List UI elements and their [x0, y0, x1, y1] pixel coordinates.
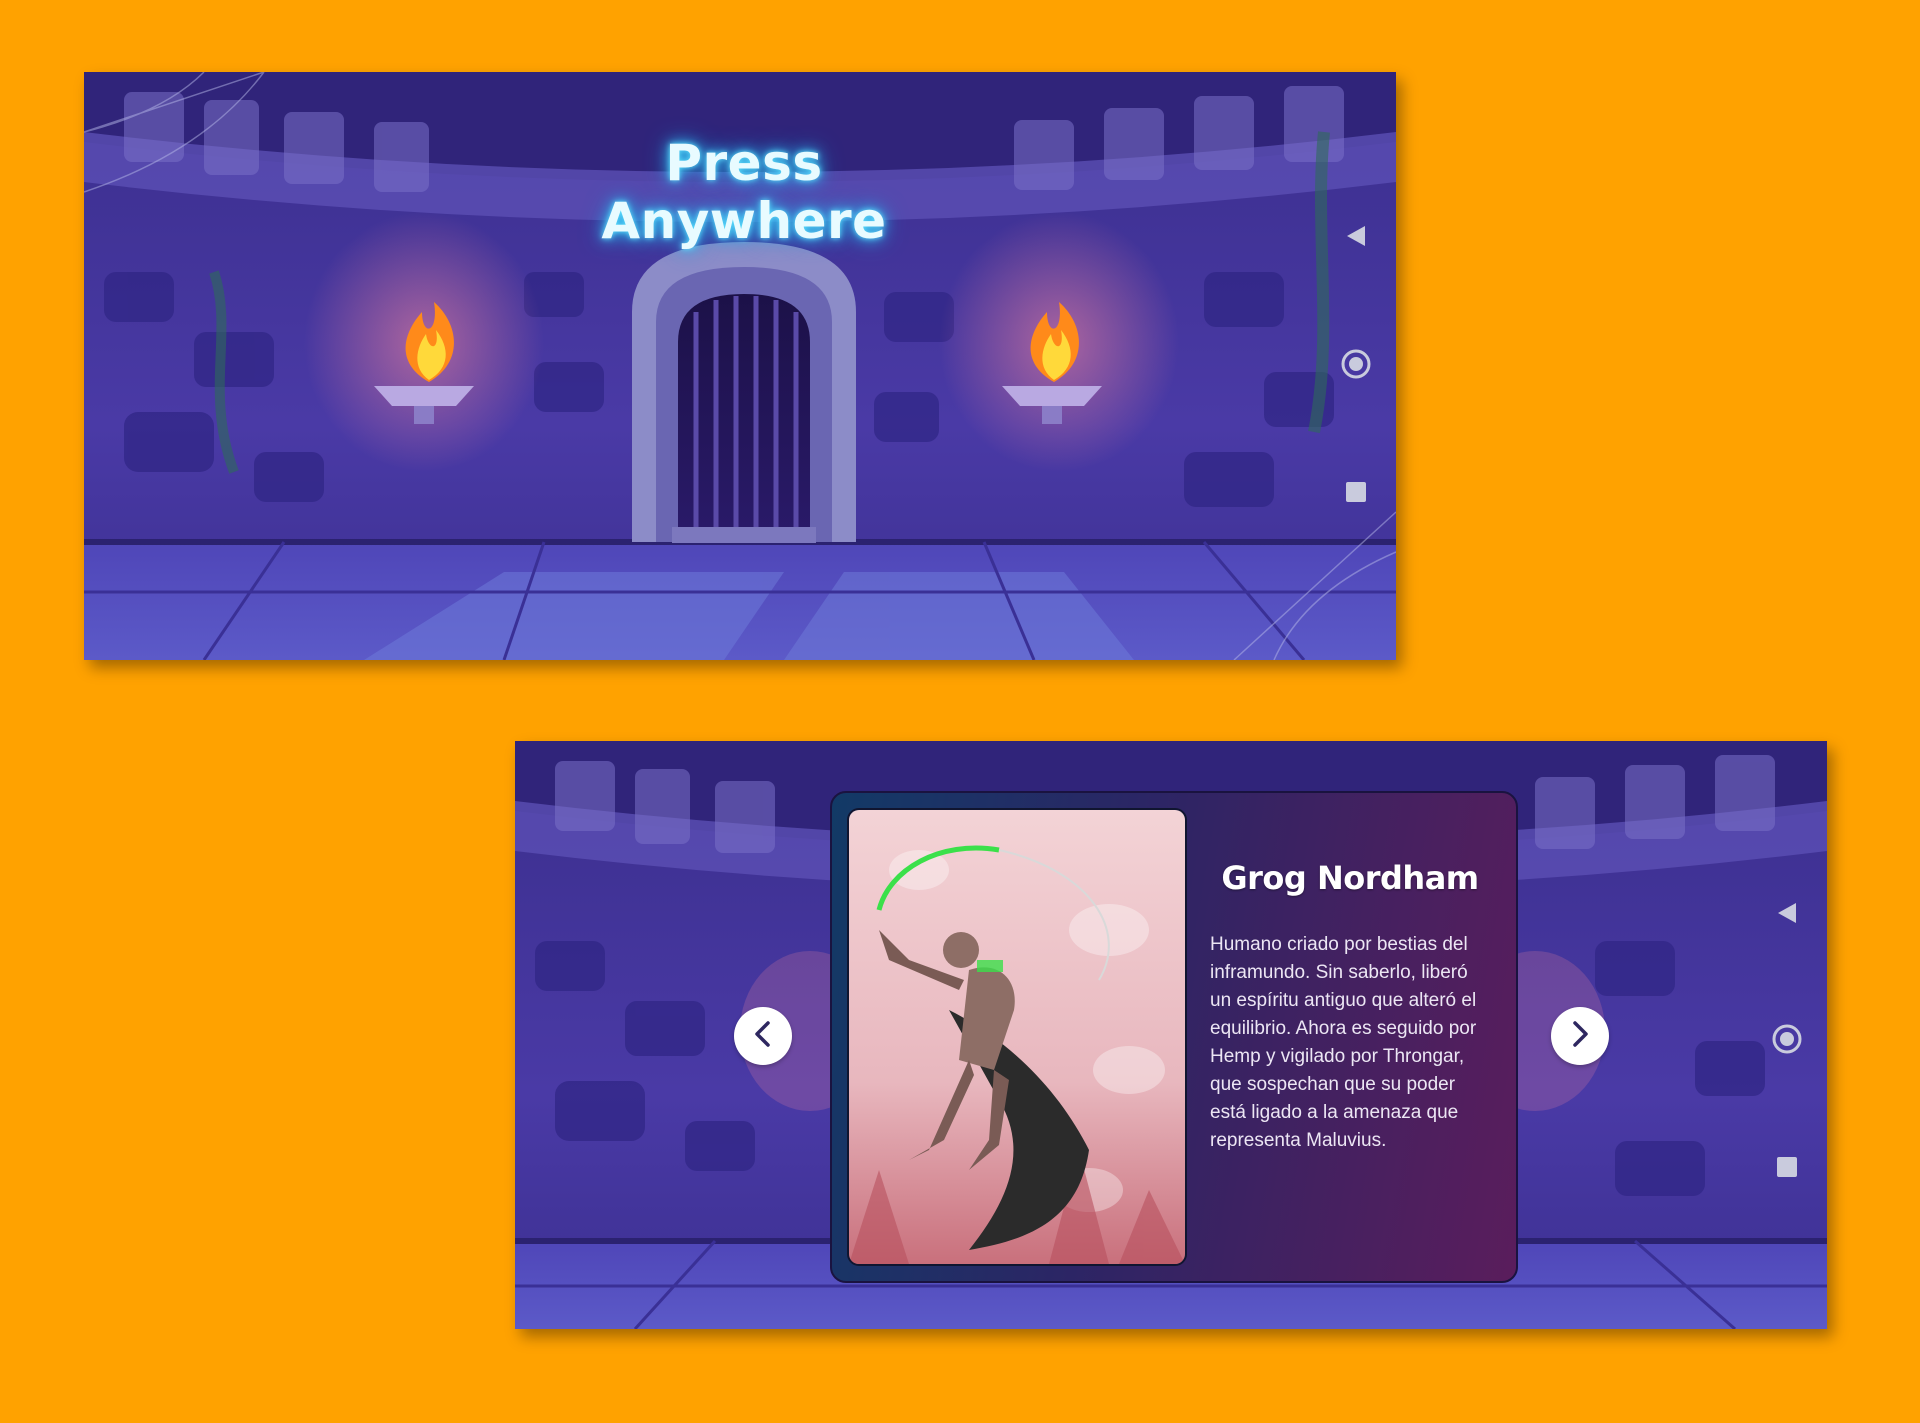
previous-character-button[interactable]	[734, 1007, 792, 1065]
recents-square-icon[interactable]	[1769, 1149, 1805, 1185]
home-circle-icon[interactable]	[1338, 346, 1374, 382]
home-circle-icon[interactable]	[1769, 1021, 1805, 1057]
recents-square-icon[interactable]	[1338, 474, 1374, 510]
system-nav-bar	[1316, 72, 1396, 660]
next-character-button[interactable]	[1551, 1007, 1609, 1065]
character-screen: Grog Nordham Humano criado por bestias d…	[515, 741, 1827, 1329]
system-nav-bar	[1747, 741, 1827, 1329]
character-card: Grog Nordham Humano criado por bestias d…	[830, 791, 1518, 1283]
character-description: Humano criado por bestias del inframundo…	[1210, 934, 1477, 1151]
chevron-right-icon	[1568, 1020, 1592, 1053]
character-name: Grog Nordham	[1221, 859, 1479, 897]
back-triangle-icon[interactable]	[1769, 895, 1805, 931]
character-portrait	[847, 808, 1187, 1266]
start-screen[interactable]: Press Anywhere	[84, 72, 1396, 660]
press-anywhere-title[interactable]: Press Anywhere	[544, 134, 944, 250]
back-triangle-icon[interactable]	[1338, 218, 1374, 254]
chevron-left-icon	[751, 1020, 775, 1053]
